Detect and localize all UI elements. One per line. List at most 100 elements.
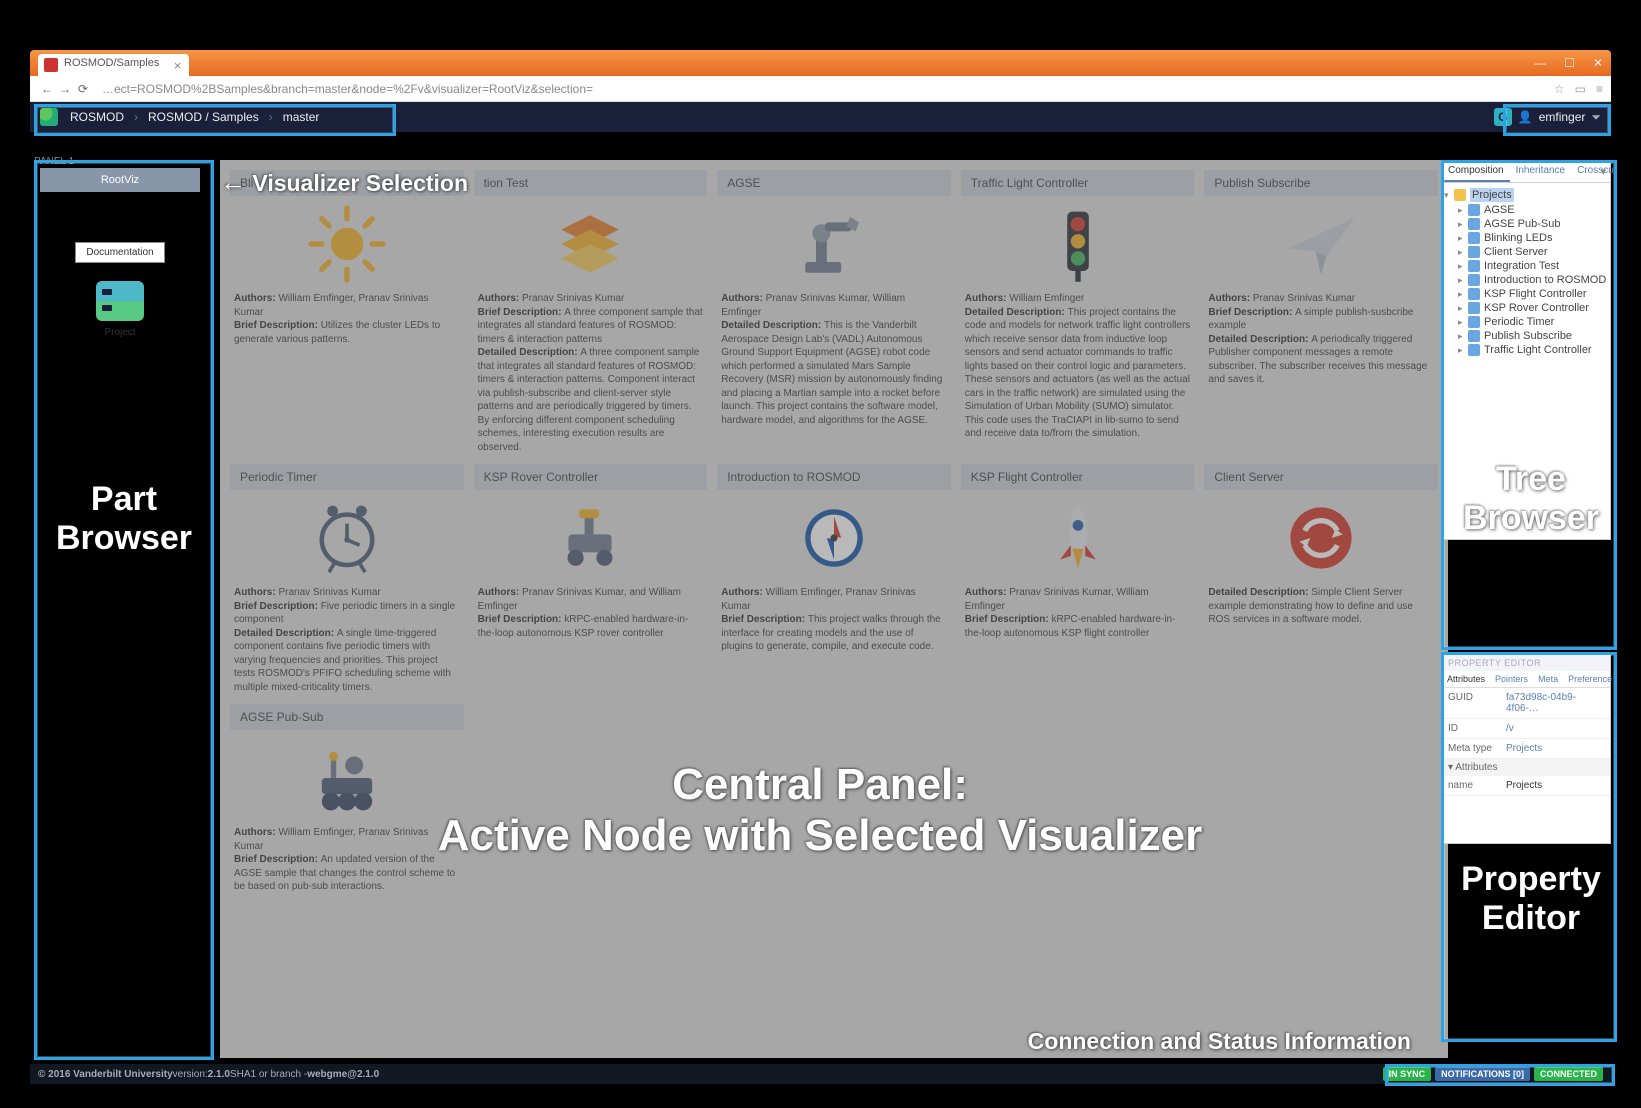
- menu-icon[interactable]: ≡: [1596, 82, 1603, 96]
- tree-item[interactable]: ▸Introduction to ROSMOD: [1444, 273, 1608, 287]
- tree-item[interactable]: ▸ AGSE Pub-Sub: [1444, 217, 1608, 231]
- caret-right-icon[interactable]: ▸: [1458, 275, 1468, 286]
- tree-item[interactable]: ▸Client Server: [1444, 245, 1608, 259]
- chevron-down-icon[interactable]: ⏷: [1591, 110, 1601, 125]
- breadcrumb-item[interactable]: ROSMOD: [70, 110, 124, 124]
- project-card[interactable]: Publish SubscribeAuthors: Pranav Sriniva…: [1204, 170, 1438, 454]
- browser-tab[interactable]: ROSMOD/Samples ×: [38, 54, 189, 76]
- card-icon: [230, 196, 464, 292]
- visualizer-tab[interactable]: RootViz: [40, 168, 200, 192]
- status-insync-pill[interactable]: IN SYNC: [1383, 1067, 1432, 1081]
- user-name[interactable]: emfinger: [1539, 110, 1586, 124]
- user-icon: 👤: [1518, 110, 1533, 124]
- caret-right-icon[interactable]: ▸: [1458, 219, 1468, 230]
- tree-tab-inheritance[interactable]: Inheritance: [1510, 161, 1571, 182]
- prop-value[interactable]: fa73d98c-04b9-4f06-…: [1502, 688, 1610, 718]
- prop-value[interactable]: Projects: [1502, 776, 1610, 795]
- nav-reload-icon[interactable]: ⟳: [74, 82, 92, 96]
- card-icon: [474, 196, 708, 292]
- card-body: Authors: Pranav Srinivas Kumar, William …: [717, 292, 951, 427]
- sha-label: SHA1 or branch -: [230, 1069, 307, 1080]
- filter-icon[interactable]: ▾: [1600, 165, 1606, 178]
- breadcrumb-item[interactable]: ROSMOD / Samples: [148, 110, 259, 124]
- tree-item[interactable]: ▸Publish Subscribe: [1444, 329, 1608, 343]
- node-icon: [1468, 344, 1480, 356]
- tree-item-label: Blinking LEDs: [1484, 232, 1552, 244]
- tree-tab-composition[interactable]: Composition: [1442, 161, 1510, 182]
- prop-key: name: [1442, 776, 1502, 795]
- documentation-button[interactable]: Documentation: [75, 242, 164, 263]
- prop-tab-pointers[interactable]: Pointers: [1490, 671, 1533, 687]
- node-icon: [1468, 246, 1480, 258]
- prop-tab-preference[interactable]: Preference: [1563, 671, 1617, 687]
- tab-close-icon[interactable]: ×: [174, 58, 182, 73]
- caret-right-icon[interactable]: ▸: [1458, 247, 1468, 258]
- app-logo-icon[interactable]: [40, 108, 58, 126]
- tree-item[interactable]: ▸Periodic Timer: [1444, 315, 1608, 329]
- url-text[interactable]: …ect=ROSMOD%2BSamples&branch=master&node…: [92, 82, 1554, 96]
- nav-forward-icon[interactable]: →: [56, 82, 74, 96]
- prop-tab-meta[interactable]: Meta: [1533, 671, 1563, 687]
- status-notifications-pill[interactable]: NOTIFICATIONS [0]: [1435, 1067, 1530, 1081]
- window-close-icon[interactable]: ✕: [1593, 56, 1603, 70]
- project-icon[interactable]: [96, 281, 144, 321]
- tree-root[interactable]: Projects: [1470, 188, 1514, 202]
- project-card[interactable]: Introduction to ROSMODAuthors: William E…: [717, 464, 951, 694]
- extension-icon[interactable]: ▭: [1575, 82, 1586, 96]
- caret-right-icon[interactable]: ▸: [1458, 345, 1468, 356]
- nav-back-icon[interactable]: ←: [38, 82, 56, 96]
- tree-item-label: AGSE Pub-Sub: [1484, 218, 1560, 230]
- tree-item[interactable]: ▸AGSE: [1444, 203, 1608, 217]
- project-card[interactable]: KSP Rover ControllerAuthors: Pranav Srin…: [474, 464, 708, 694]
- prop-value[interactable]: Projects: [1502, 739, 1610, 758]
- project-card[interactable]: AGSE Pub-SubAuthors: William Emfinger, P…: [230, 704, 464, 894]
- caret-right-icon[interactable]: ▸: [1458, 317, 1468, 328]
- card-body: Authors: William Emfinger, Pranav Sriniv…: [230, 826, 464, 894]
- status-bar: © 2016 Vanderbilt University version: 2.…: [30, 1064, 1611, 1084]
- tree-item-label: Integration Test: [1484, 260, 1559, 272]
- tab-title: ROSMOD/Samples: [64, 57, 159, 69]
- status-connected-pill[interactable]: CONNECTED: [1534, 1067, 1603, 1081]
- chevron-right-icon: ›: [134, 110, 138, 124]
- tree-tabs: Composition Inheritance Crosscut: [1442, 161, 1610, 183]
- project-card[interactable]: KSP Flight ControllerAuthors: Pranav Sri…: [961, 464, 1195, 694]
- window-minimize-icon[interactable]: —: [1534, 56, 1546, 70]
- prop-value[interactable]: /v: [1502, 719, 1610, 738]
- caret-right-icon[interactable]: ▸: [1458, 205, 1468, 216]
- project-card[interactable]: BliAuthors: William Emfinger, Pranav Sri…: [230, 170, 464, 454]
- project-card[interactable]: Periodic TimerAuthors: Pranav Srinivas K…: [230, 464, 464, 694]
- prop-tab-attributes[interactable]: Attributes: [1442, 671, 1490, 687]
- project-card[interactable]: AGSE Authors: Pranav Srinivas Kumar, Will…: [717, 170, 951, 454]
- card-title: AGSE: [717, 170, 951, 196]
- breadcrumb-item[interactable]: master: [283, 110, 320, 124]
- card-title: KSP Flight Controller: [961, 464, 1195, 490]
- card-title: Publish Subscribe: [1204, 170, 1438, 196]
- user-avatar-badge[interactable]: G: [1494, 108, 1512, 126]
- node-icon: [1468, 232, 1480, 244]
- caret-right-icon[interactable]: ▸: [1458, 331, 1468, 342]
- star-icon[interactable]: ☆: [1554, 82, 1565, 96]
- caret-right-icon[interactable]: ▸: [1458, 233, 1468, 244]
- tree-item-label: Traffic Light Controller: [1484, 344, 1592, 356]
- tree-item[interactable]: ▸ Blinking LEDs: [1444, 231, 1608, 245]
- tree-item[interactable]: ▸KSP Rover Controller: [1444, 301, 1608, 315]
- tree-item[interactable]: ▸ Integration Test: [1444, 259, 1608, 273]
- window-controls: — ☐ ✕: [1534, 56, 1603, 70]
- card-body: Detailed Description: Simple Client Serv…: [1204, 586, 1438, 627]
- caret-down-icon[interactable]: ▾: [1444, 190, 1454, 201]
- project-card[interactable]: tion TestAuthors: Pranav Srinivas KumarB…: [474, 170, 708, 454]
- browser-tab-bar: ROSMOD/Samples × — ☐ ✕: [30, 50, 1611, 76]
- card-body: Authors: William Emfinger, Pranav Sriniv…: [717, 586, 951, 654]
- caret-right-icon[interactable]: ▸: [1458, 289, 1468, 300]
- node-icon: [1468, 288, 1480, 300]
- prop-section[interactable]: ▾ Attributes: [1442, 759, 1610, 776]
- project-card[interactable]: Client ServerDetailed Description: Simpl…: [1204, 464, 1438, 694]
- window-maximize-icon[interactable]: ☐: [1564, 56, 1575, 70]
- tree-tab-crosscut[interactable]: Crosscut: [1571, 161, 1622, 182]
- card-body: Authors: William Emfinger, Pranav Sriniv…: [230, 292, 464, 346]
- project-card[interactable]: Traffic Light ControllerAuthors: William…: [961, 170, 1195, 454]
- tree-item[interactable]: ▸ Traffic Light Controller: [1444, 343, 1608, 357]
- caret-right-icon[interactable]: ▸: [1458, 303, 1468, 314]
- caret-right-icon[interactable]: ▸: [1458, 261, 1468, 272]
- tree-item[interactable]: ▸KSP Flight Controller: [1444, 287, 1608, 301]
